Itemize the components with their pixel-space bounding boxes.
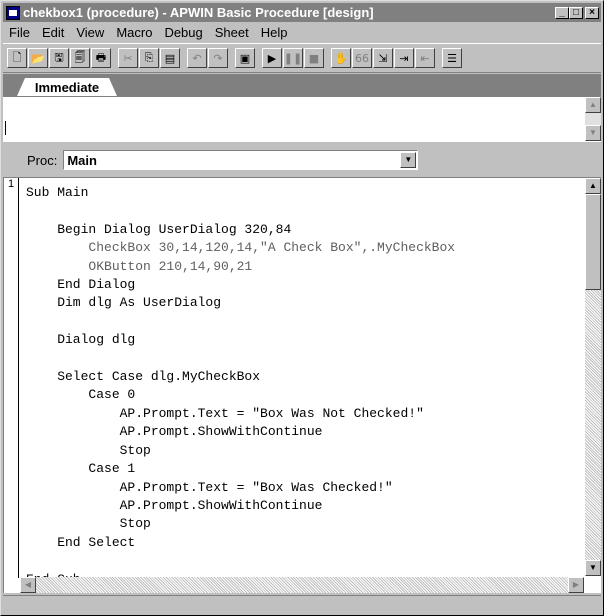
- code-line: Case 1: [26, 461, 136, 477]
- text-caret: [5, 121, 6, 135]
- immediate-scrollbar[interactable]: ▲ ▼: [585, 97, 601, 141]
- save-button[interactable]: 🖫: [49, 48, 69, 68]
- undo-button[interactable]: ↶: [187, 48, 207, 68]
- menu-view[interactable]: View: [70, 25, 110, 40]
- scroll-left-icon[interactable]: ◀: [20, 577, 36, 593]
- code-vertical-scrollbar[interactable]: ▲ ▼: [585, 178, 601, 576]
- proc-select[interactable]: Main ▼: [63, 150, 419, 170]
- scroll-thumb[interactable]: [585, 194, 601, 290]
- copy-button[interactable]: ⎘: [139, 48, 159, 68]
- proc-label: Proc:: [27, 152, 58, 168]
- scroll-down-icon[interactable]: ▼: [585, 560, 601, 576]
- code-line: Dialog dlg: [26, 332, 136, 348]
- code-line: AP.Prompt.Text = "Box Was Not Checked!": [26, 405, 424, 421]
- window-controls: _ □ ×: [555, 6, 599, 19]
- title-bar[interactable]: chekbox1 (procedure) - APWIN Basic Proce…: [3, 3, 601, 22]
- quick-watch-button[interactable]: 66: [352, 48, 372, 68]
- scroll-right-icon[interactable]: ▶: [568, 577, 584, 593]
- code-horizontal-scrollbar[interactable]: ◀ ▶: [20, 577, 584, 593]
- menu-file[interactable]: File: [3, 25, 36, 40]
- paste-button[interactable]: ▤: [160, 48, 180, 68]
- code-line: Stop: [26, 516, 151, 532]
- new-button[interactable]: 🗋: [7, 48, 27, 68]
- minimize-button[interactable]: _: [555, 6, 569, 19]
- breakpoint-button[interactable]: ✋: [331, 48, 351, 68]
- code-line: AP.Prompt.ShowWithContinue: [26, 497, 323, 513]
- step-into-button[interactable]: ⇲: [373, 48, 393, 68]
- code-line: Begin Dialog UserDialog 320,84: [26, 221, 292, 237]
- status-bar: [3, 595, 601, 613]
- menu-edit[interactable]: Edit: [36, 25, 70, 40]
- save-all-button[interactable]: 🗐: [70, 48, 90, 68]
- code-editor[interactable]: 1 Sub Main Begin Dialog UserDialog 320,8…: [3, 177, 601, 593]
- code-line: OKButton 210,14,90,21: [26, 258, 253, 274]
- redo-button[interactable]: ↷: [208, 48, 228, 68]
- menu-debug[interactable]: Debug: [158, 25, 208, 40]
- line-gutter: 1: [4, 178, 19, 578]
- tab-immediate[interactable]: Immediate: [17, 78, 117, 96]
- step-out-button[interactable]: ⇤: [415, 48, 435, 68]
- menu-bar: File Edit View Macro Debug Sheet Help: [3, 23, 601, 42]
- code-line: Sub Main: [26, 185, 89, 200]
- code-line: Case 0: [26, 387, 136, 403]
- main-window: chekbox1 (procedure) - APWIN Basic Proce…: [0, 0, 604, 616]
- code-line: AP.Prompt.ShowWithContinue: [26, 424, 323, 440]
- code-line: CheckBox 30,14,120,14,"A Check Box",.MyC…: [26, 240, 456, 256]
- window-title: chekbox1 (procedure) - APWIN Basic Proce…: [23, 5, 374, 20]
- code-line: Select Case dlg.MyCheckBox: [26, 369, 261, 385]
- pause-button[interactable]: ❚❚: [283, 48, 303, 68]
- chevron-down-icon[interactable]: ▼: [400, 152, 417, 168]
- print-button[interactable]: 🖶: [91, 48, 111, 68]
- run-button[interactable]: ▶: [262, 48, 282, 68]
- calls-button[interactable]: ☰: [442, 48, 462, 68]
- code-line: End Dialog: [26, 277, 136, 293]
- gutter-number: 1: [7, 178, 15, 190]
- cut-button[interactable]: ✂: [118, 48, 138, 68]
- scroll-up-icon[interactable]: ▲: [585, 97, 601, 113]
- menu-macro[interactable]: Macro: [110, 25, 158, 40]
- code-line: Stop: [26, 442, 151, 458]
- code-line: End Select: [26, 534, 136, 550]
- code-text[interactable]: Sub Main Begin Dialog UserDialog 320,84 …: [26, 184, 586, 589]
- menu-help[interactable]: Help: [255, 25, 294, 40]
- toolbar: 🗋 📂 🖫 🗐 🖶 ✂ ⎘ ▤ ↶ ↷ ▣ ▶ ❚❚ ■ ✋ 66 ⇲ ⇥ ⇤ …: [3, 43, 601, 73]
- tab-strip: Immediate: [3, 74, 601, 96]
- open-button[interactable]: 📂: [28, 48, 48, 68]
- close-button[interactable]: ×: [585, 6, 599, 19]
- proc-value: Main: [67, 152, 97, 168]
- app-icon[interactable]: [6, 5, 20, 20]
- dialog-editor-button[interactable]: ▣: [235, 48, 255, 68]
- scroll-down-icon[interactable]: ▼: [585, 125, 601, 141]
- code-line: AP.Prompt.Text = "Box Was Checked!": [26, 479, 393, 495]
- immediate-pane[interactable]: ▲ ▼: [3, 96, 601, 142]
- code-line: Dim dlg As UserDialog: [26, 295, 222, 311]
- maximize-button[interactable]: □: [569, 6, 583, 19]
- proc-row: Proc: Main ▼: [3, 143, 601, 177]
- menu-sheet[interactable]: Sheet: [209, 25, 255, 40]
- scroll-up-icon[interactable]: ▲: [585, 178, 601, 194]
- stop-button[interactable]: ■: [304, 48, 324, 68]
- step-over-button[interactable]: ⇥: [394, 48, 414, 68]
